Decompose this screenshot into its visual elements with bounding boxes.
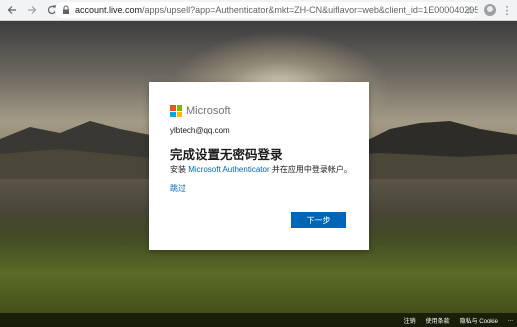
footer-privacy-link[interactable]: 隐私与 Cookie (460, 316, 498, 325)
microsoft-logo: Microsoft (170, 105, 231, 117)
dialog-title: 完成设置无密码登录 (170, 148, 283, 162)
footer-usage-link[interactable]: 使用条款 (426, 316, 450, 325)
brand-name: Microsoft (186, 105, 231, 117)
next-button[interactable]: 下一步 (291, 212, 346, 228)
authenticator-link[interactable]: Microsoft Authenticator (188, 165, 269, 174)
browser-toolbar: account.live.com/apps/upsell?app=Authent… (0, 0, 517, 21)
skip-link[interactable]: 跳过 (170, 183, 186, 194)
back-icon[interactable] (4, 2, 20, 18)
forward-icon[interactable] (24, 2, 40, 18)
browser-menu-icon[interactable]: ⋮ (502, 2, 513, 18)
address-bar[interactable]: account.live.com/apps/upsell?app=Authent… (55, 2, 478, 18)
microsoft-logo-icon (170, 105, 182, 117)
dialog-description: 安装 Microsoft Authenticator 并在应用中登录帐户。 (170, 165, 352, 174)
url-text: account.live.com/apps/upsell?app=Authent… (75, 5, 478, 15)
lock-icon (63, 5, 69, 14)
footer-more-icon[interactable]: ... (508, 317, 513, 323)
page-footer: 注销 使用条款 隐私与 Cookie ... (0, 313, 517, 327)
bookmark-star-icon[interactable]: ☆ (463, 2, 477, 18)
account-email: ylbtech@qq.com (170, 126, 230, 135)
footer-terms-link[interactable]: 注销 (404, 316, 416, 325)
profile-avatar-icon[interactable] (484, 4, 496, 16)
signin-dialog: Microsoft ylbtech@qq.com 完成设置无密码登录 安装 Mi… (149, 82, 369, 250)
